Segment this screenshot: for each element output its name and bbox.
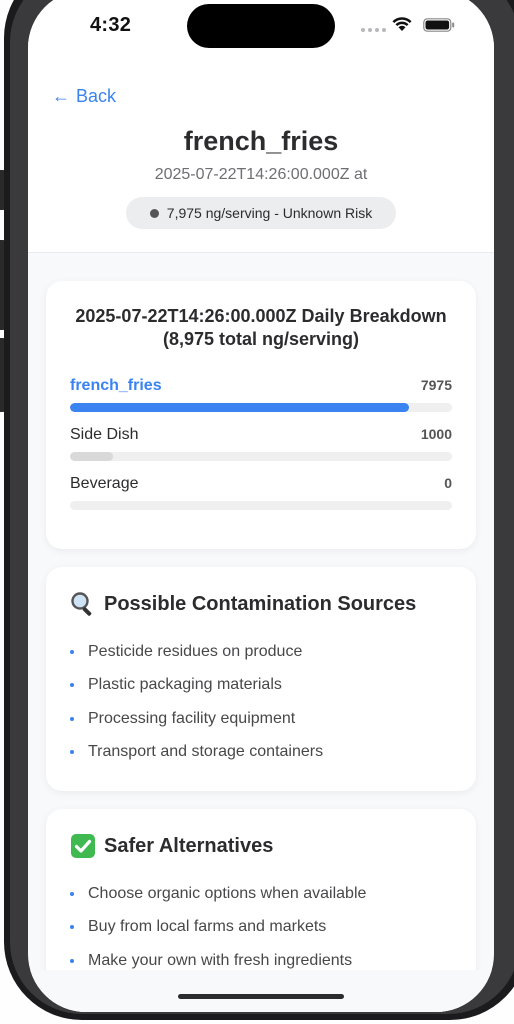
dynamic-island: [187, 4, 335, 48]
device-frame: 4:32 ← Back french_fries 2025-07-22T14:2…: [0, 0, 514, 1024]
breakdown-row: Side Dish 1000: [70, 426, 452, 461]
breakdown-row-label: Beverage: [70, 475, 139, 492]
breakdown-row-value: 0: [444, 475, 452, 491]
cellular-signal-icon: [361, 28, 386, 32]
status-bar: 4:32: [28, 0, 494, 62]
alternatives-title: Safer Alternatives: [104, 834, 274, 857]
bullet-icon: [70, 683, 74, 688]
breakdown-row-label: Side Dish: [70, 426, 139, 443]
breakdown-bar-fill: [70, 403, 410, 412]
breakdown-bar-track: [70, 452, 452, 461]
breakdown-title: 2025-07-22T14:26:00.000Z Daily Breakdown…: [75, 306, 447, 349]
bullet-icon: [70, 716, 74, 721]
status-dot-icon: [149, 208, 159, 218]
alternatives-heading: Safer Alternatives: [70, 833, 273, 859]
bullet-icon: [70, 958, 74, 963]
breakdown-row: french_fries 7975: [70, 377, 452, 412]
breakdown-row: Beverage 0: [70, 475, 452, 510]
bullet-icon: [70, 891, 74, 896]
back-button[interactable]: ← Back: [52, 86, 116, 107]
risk-badge: 7,975 ng/serving - Unknown Risk: [126, 197, 396, 229]
detail-header: ← Back french_fries 2025-07-22T14:26:00.…: [28, 62, 494, 253]
magnifier-icon: [71, 592, 92, 616]
back-label: Back: [76, 86, 117, 106]
breakdown-row-label: french_fries: [70, 377, 162, 394]
list-item: Plastic packaging materials: [70, 669, 323, 703]
breakdown-bar-track: [70, 403, 452, 412]
list-item: Buy from local farms and markets: [70, 911, 366, 945]
breakdown-row-value: 1000: [420, 426, 452, 442]
list-item: Processing facility equipment: [70, 702, 323, 736]
status-time: 4:32: [90, 14, 132, 36]
alternatives-list: Choose organic options when available Bu…: [70, 877, 366, 978]
wifi-icon: [392, 17, 412, 31]
battery-icon: [423, 18, 455, 32]
breakdown-bar-track: [70, 501, 452, 510]
arrow-left-icon: ←: [52, 86, 70, 106]
check-mark-icon: [71, 834, 95, 858]
list-item: Choose organic options when available: [70, 877, 366, 911]
risk-badge-text: 7,975 ng/serving - Unknown Risk: [166, 205, 373, 221]
page-title: french_fries: [183, 126, 339, 156]
screen: 4:32 ← Back french_fries 2025-07-22T14:2…: [28, 0, 494, 1012]
sources-title: Possible Contamination Sources: [104, 592, 417, 615]
page-subtitle: 2025-07-22T14:26:00.000Z at: [154, 166, 368, 183]
contamination-sources-card: Possible Contamination Sources Pesticide…: [46, 567, 476, 791]
list-item: Pesticide residues on produce: [70, 635, 323, 669]
bullet-icon: [70, 925, 74, 930]
bullet-icon: [70, 649, 74, 654]
daily-breakdown-card: 2025-07-22T14:26:00.000Z Daily Breakdown…: [46, 281, 476, 549]
list-item: Transport and storage containers: [70, 736, 323, 770]
home-indicator-area: [28, 970, 494, 1012]
sources-list: Pesticide residues on produce Plastic pa…: [70, 635, 323, 769]
bullet-icon: [70, 750, 74, 755]
sources-heading: Possible Contamination Sources: [70, 591, 416, 617]
breakdown-bar-fill: [70, 452, 113, 461]
home-indicator[interactable]: [178, 994, 344, 999]
breakdown-row-value: 7975: [420, 377, 452, 393]
